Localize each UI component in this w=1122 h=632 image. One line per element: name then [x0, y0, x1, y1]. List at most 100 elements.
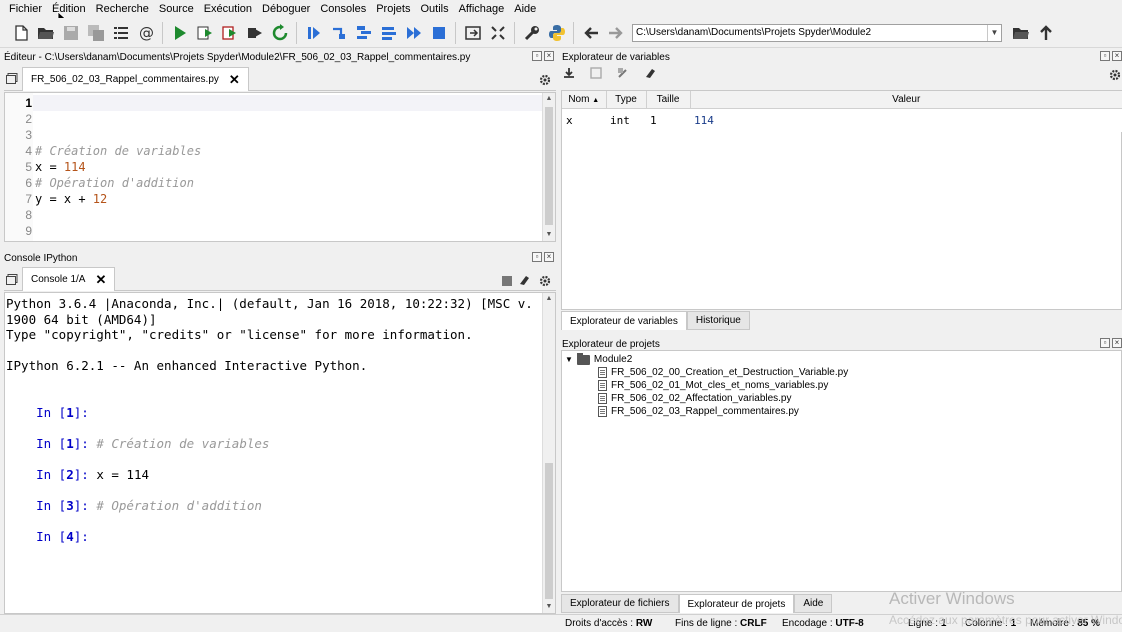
table-row[interactable]: x int 1 114	[562, 108, 1122, 132]
step-into-icon[interactable]	[351, 21, 376, 45]
eraser-icon[interactable]	[518, 274, 530, 286]
code-number: 114	[63, 160, 86, 174]
step-return-icon[interactable]	[376, 21, 401, 45]
ipython-console[interactable]: Python 3.6.4 |Anaconda, Inc.| (default, …	[4, 292, 556, 614]
browse-tabs-icon[interactable]	[6, 274, 18, 285]
back-arrow-icon[interactable]	[578, 21, 603, 45]
tab-console[interactable]: Console 1/A ✕	[22, 267, 116, 291]
file-icon	[598, 406, 607, 417]
run-selection-icon[interactable]	[242, 21, 267, 45]
browse-folder-icon[interactable]	[1008, 21, 1033, 45]
column-header-taille[interactable]: Taille	[646, 91, 691, 109]
debug-icon[interactable]	[301, 21, 326, 45]
close-tab-icon[interactable]: ✕	[95, 272, 106, 288]
undock-icon[interactable]: ▫	[532, 252, 542, 262]
tab-help[interactable]: Aide	[794, 594, 833, 613]
continue-icon[interactable]	[401, 21, 426, 45]
menu-consoles[interactable]: Consoles	[315, 3, 371, 15]
open-folder-icon[interactable]	[33, 21, 58, 45]
menu-aide[interactable]: Aide	[509, 3, 541, 15]
save-data-icon[interactable]	[590, 67, 602, 79]
scroll-down-icon[interactable]: ▼	[543, 601, 555, 613]
eraser-icon[interactable]	[644, 67, 656, 79]
working-directory-input[interactable]: C:\Users\danam\Documents\Projets Spyder\…	[632, 23, 1002, 42]
status-permissions: Droits d'accès : RW	[565, 618, 652, 629]
menu-affichage[interactable]: Affichage	[454, 3, 510, 15]
tree-file[interactable]: FR_506_02_01_Mot_cles_et_noms_variables.…	[598, 379, 828, 392]
file-name: FR_506_02_00_Creation_et_Destruction_Var…	[611, 367, 849, 378]
folder-icon	[576, 352, 590, 365]
new-file-icon[interactable]	[8, 21, 33, 45]
menu-deboguer[interactable]: Déboguer	[257, 3, 315, 15]
run-cell-icon[interactable]	[192, 21, 217, 45]
save-icon[interactable]	[58, 21, 83, 45]
run-icon[interactable]	[167, 21, 192, 45]
file-list-icon[interactable]	[108, 21, 133, 45]
menu-fichier[interactable]: Fichier	[4, 3, 47, 15]
tab-file-explorer[interactable]: Explorateur de fichiers	[561, 594, 679, 613]
undock-icon[interactable]: ▫	[1100, 51, 1110, 61]
import-data-icon[interactable]	[563, 67, 575, 79]
variable-value[interactable]: 114	[690, 108, 1122, 132]
save-all-icon[interactable]	[83, 21, 108, 45]
close-icon[interactable]: ×	[544, 252, 554, 262]
menu-execution[interactable]: Exécution	[199, 3, 257, 15]
menu-recherche[interactable]: Recherche	[91, 3, 154, 15]
variables-table: Nom ▲ Type Taille Valeur x int 1 114	[562, 91, 1122, 132]
scroll-up-icon[interactable]: ▲	[543, 293, 555, 305]
chevron-down-icon[interactable]: ▼	[987, 24, 1001, 41]
save-as-icon[interactable]	[617, 67, 629, 79]
menu-edition[interactable]: Édition	[47, 3, 91, 15]
close-icon[interactable]: ×	[1112, 338, 1122, 348]
scroll-up-icon[interactable]: ▲	[543, 93, 555, 105]
fullscreen-icon[interactable]	[485, 21, 510, 45]
tree-file[interactable]: FR_506_02_02_Affectation_variables.py	[598, 392, 792, 405]
close-icon[interactable]: ×	[1112, 51, 1122, 61]
tab-history[interactable]: Historique	[686, 311, 750, 330]
parent-directory-icon[interactable]	[1033, 21, 1058, 45]
line-number: 4	[25, 144, 32, 158]
tab-project-explorer[interactable]: Explorateur de projets	[678, 594, 795, 613]
gear-icon[interactable]	[539, 275, 551, 287]
python-icon[interactable]	[544, 21, 569, 45]
console-scrollbar[interactable]: ▲ ▼	[542, 293, 555, 613]
step-icon[interactable]	[326, 21, 351, 45]
tree-file[interactable]: FR_506_02_00_Creation_et_Destruction_Var…	[598, 366, 848, 379]
scrollbar-thumb[interactable]	[545, 463, 553, 599]
wrench-icon[interactable]	[519, 21, 544, 45]
editor-scrollbar[interactable]: ▲ ▼	[542, 93, 555, 241]
menu-outils[interactable]: Outils	[415, 3, 453, 15]
chevron-down-icon[interactable]: ▼	[565, 355, 573, 364]
browse-tabs-icon[interactable]	[6, 73, 18, 84]
console-prompt: In [4]:	[6, 513, 96, 544]
stop-icon[interactable]	[502, 276, 512, 286]
line-number: 3	[25, 128, 32, 142]
stop-debug-icon[interactable]	[426, 21, 451, 45]
editor-pane-controls: ▫ ×	[532, 51, 554, 63]
column-header-nom[interactable]: Nom ▲	[562, 91, 607, 109]
code-editor[interactable]: 1 2 3 4 # Création de variables 5x = 114 …	[4, 92, 556, 242]
column-header-valeur[interactable]: Valeur	[690, 91, 1122, 109]
gear-icon[interactable]	[539, 74, 551, 86]
tree-file[interactable]: FR_506_02_03_Rappel_commentaires.py	[598, 405, 799, 418]
tree-folder[interactable]: ▼ Module2	[565, 352, 632, 366]
file-name: FR_506_02_03_Rappel_commentaires.py	[611, 406, 799, 417]
prompt-input: # Opération d'addition	[96, 498, 262, 513]
at-sign-icon[interactable]: @	[133, 21, 158, 45]
close-tab-icon[interactable]: ✕	[229, 72, 240, 88]
column-header-type[interactable]: Type	[606, 91, 647, 109]
forward-arrow-icon[interactable]	[603, 21, 628, 45]
scrollbar-thumb[interactable]	[545, 107, 553, 225]
tab-variable-explorer[interactable]: Explorateur de variables	[561, 311, 687, 330]
run-cell-advance-icon[interactable]	[217, 21, 242, 45]
menu-source[interactable]: Source	[154, 3, 199, 15]
rerun-icon[interactable]	[267, 21, 292, 45]
gear-icon[interactable]	[1109, 69, 1121, 81]
maximize-pane-icon[interactable]	[460, 21, 485, 45]
close-icon[interactable]: ×	[544, 51, 554, 61]
undock-icon[interactable]: ▫	[1100, 338, 1110, 348]
tab-editor-file[interactable]: FR_506_02_03_Rappel_commentaires.py ✕	[22, 67, 249, 91]
scroll-down-icon[interactable]: ▼	[543, 229, 555, 241]
menu-projets[interactable]: Projets	[371, 3, 415, 15]
undock-icon[interactable]: ▫	[532, 51, 542, 61]
